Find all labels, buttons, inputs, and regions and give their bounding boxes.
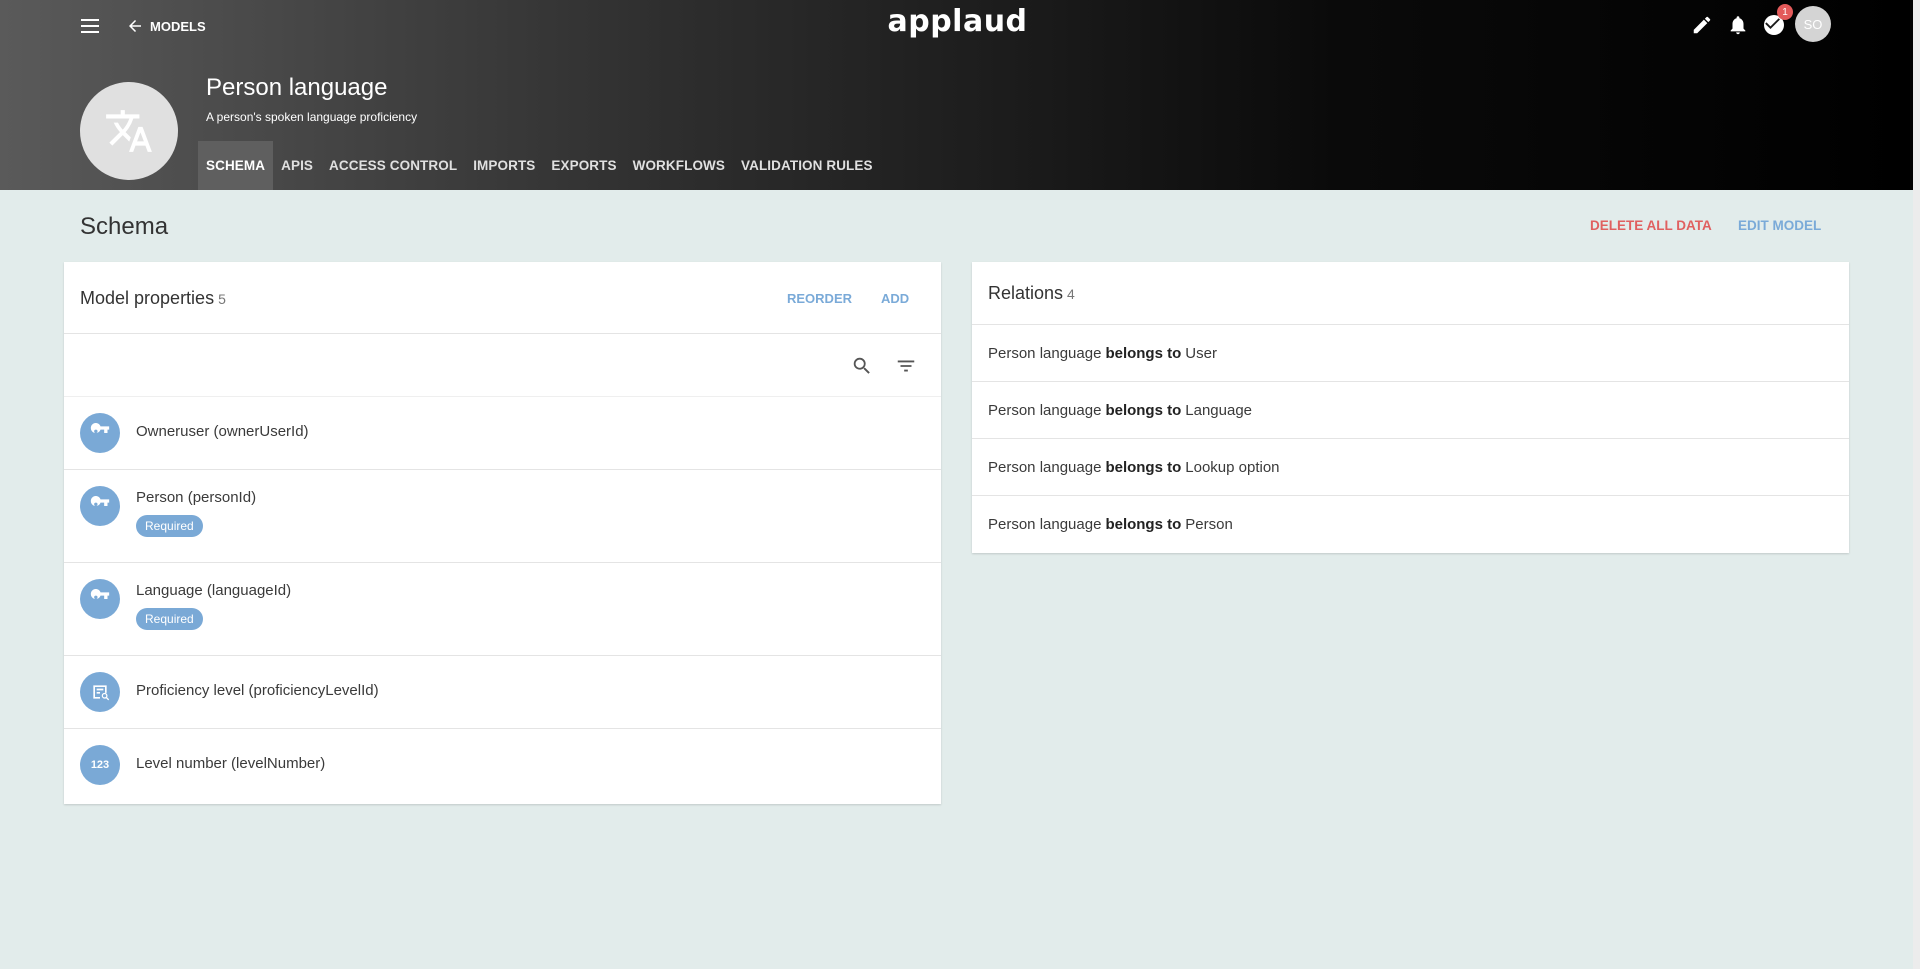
property-row[interactable]: Proficiency level (proficiencyLevelId) <box>64 656 941 729</box>
model-tabs: SCHEMA APIS ACCESS CONTROL IMPORTS EXPOR… <box>198 141 881 190</box>
property-row[interactable]: 123 Level number (levelNumber) <box>64 729 941 801</box>
property-name: Owneruser (ownerUserId) <box>136 423 309 440</box>
lookup-icon <box>80 672 120 712</box>
tab-validation-rules[interactable]: VALIDATION RULES <box>733 141 881 190</box>
relation-subject: Person language <box>988 516 1102 533</box>
model-properties-card: Model properties 5 REORDER ADD Owneruser … <box>64 262 941 804</box>
tab-workflows[interactable]: WORKFLOWS <box>625 141 733 190</box>
property-row[interactable]: Language (languageId) Required <box>64 563 941 656</box>
relation-row[interactable]: Person language belongs to User <box>972 325 1849 382</box>
relation-row[interactable]: Person language belongs to Lookup option <box>972 439 1849 496</box>
property-name: Level number (levelNumber) <box>136 755 326 772</box>
pencil-icon[interactable] <box>1689 12 1715 38</box>
delete-all-data-button[interactable]: DELETE ALL DATA <box>1590 218 1712 233</box>
relation-verb: belongs to <box>1105 401 1182 419</box>
relations-title-text: Relations <box>988 283 1064 303</box>
add-property-button[interactable]: ADD <box>881 291 909 306</box>
applaud-logo: applaud <box>887 4 1028 39</box>
tab-exports[interactable]: EXPORTS <box>543 141 624 190</box>
tab-imports[interactable]: IMPORTS <box>465 141 543 190</box>
property-name: Proficiency level (proficiencyLevelId) <box>136 682 379 699</box>
relation-subject: Person language <box>988 458 1102 476</box>
page-scrollbar[interactable] <box>1913 0 1920 969</box>
relations-count: 4 <box>1067 286 1075 302</box>
bell-icon[interactable] <box>1725 12 1751 38</box>
relation-row[interactable]: Person language belongs to Person <box>972 496 1849 553</box>
relation-subject: Person language <box>988 401 1102 419</box>
key-icon <box>80 486 120 526</box>
search-icon[interactable] <box>850 354 874 378</box>
required-badge: Required <box>136 515 203 537</box>
filter-icon[interactable] <box>894 354 918 378</box>
relation-subject: Person language <box>988 344 1102 362</box>
tab-access-control[interactable]: ACCESS CONTROL <box>321 141 465 190</box>
relation-verb: belongs to <box>1105 344 1182 362</box>
model-description: A person's spoken language proficiency <box>206 110 418 124</box>
key-icon <box>80 579 120 619</box>
page-title: Schema <box>80 213 169 240</box>
app-header: MODELS applaud 1 SO Person language A pe… <box>0 0 1913 190</box>
relation-verb: belongs to <box>1105 516 1182 533</box>
relation-target: Lookup option <box>1185 458 1280 476</box>
user-avatar[interactable]: SO <box>1795 6 1831 42</box>
tab-schema[interactable]: SCHEMA <box>198 141 274 190</box>
property-name: Person (personId) <box>136 489 257 506</box>
notification-badge: 1 <box>1777 4 1793 20</box>
property-row[interactable]: Owneruser (ownerUserId) <box>64 397 941 470</box>
properties-title: Model properties 5 <box>80 288 226 309</box>
required-badge: Required <box>136 608 203 630</box>
model-title: Person language <box>206 74 388 101</box>
relation-verb: belongs to <box>1105 458 1182 476</box>
reorder-button[interactable]: REORDER <box>787 291 852 306</box>
properties-header: Model properties 5 REORDER ADD <box>64 262 941 334</box>
property-row[interactable]: Person (personId) Required <box>64 470 941 563</box>
key-icon <box>80 413 120 453</box>
properties-count: 5 <box>218 291 226 307</box>
relation-target: User <box>1185 344 1217 362</box>
tab-apis[interactable]: APIS <box>273 141 321 190</box>
relation-target: Person <box>1185 516 1233 533</box>
properties-title-text: Model properties <box>80 288 215 308</box>
number-icon: 123 <box>80 745 120 785</box>
edit-model-button[interactable]: EDIT MODEL <box>1738 218 1821 233</box>
properties-toolbar <box>64 334 941 397</box>
property-name: Language (languageId) <box>136 582 292 599</box>
relations-header: Relations 4 <box>972 262 1849 325</box>
model-avatar <box>80 82 178 180</box>
relations-card: Relations 4 Person language belongs to User… <box>972 262 1849 553</box>
translate-icon <box>106 110 152 152</box>
relation-target: Language <box>1185 401 1253 419</box>
relations-title: Relations 4 <box>988 283 1075 304</box>
relation-row[interactable]: Person language belongs to Language <box>972 382 1849 439</box>
